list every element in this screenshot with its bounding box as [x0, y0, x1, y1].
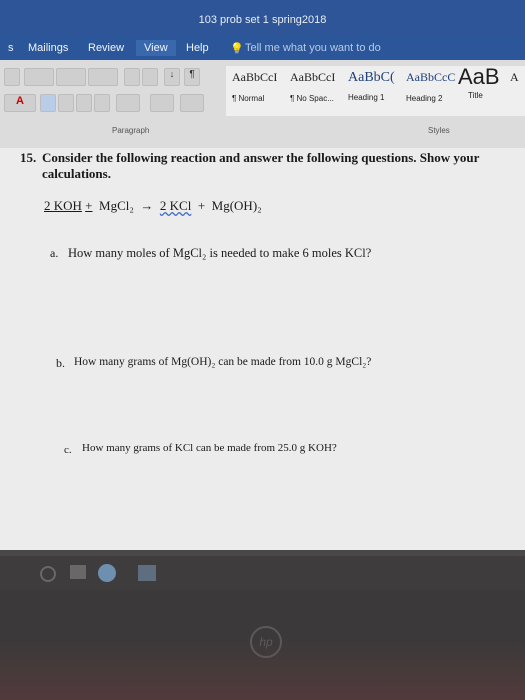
lightbulb-icon: 💡 [230, 43, 244, 55]
center-icon[interactable] [58, 94, 74, 112]
question-number: 15. [20, 150, 37, 165]
style-preview: AaBbCcI [232, 70, 278, 84]
decrease-indent-icon[interactable] [124, 68, 140, 86]
style-name: Heading 1 [348, 93, 385, 102]
justify-icon[interactable] [94, 94, 110, 112]
style-heading-1[interactable]: AaBbC( Heading 1 [348, 70, 406, 102]
style-more[interactable]: A [510, 70, 524, 85]
question-line-2: calculations. [42, 166, 111, 181]
align-right-icon[interactable] [76, 94, 92, 112]
taskbar [0, 556, 525, 590]
paragraph-row-2: A [4, 94, 226, 114]
style-preview: AaBbCcI [290, 70, 336, 84]
style-preview: AaBbCcC [406, 70, 456, 84]
font-color-icon[interactable]: A [4, 94, 36, 112]
part-a-label: a. [50, 246, 59, 260]
style-preview: AaBbC( [348, 70, 395, 85]
tab-view[interactable]: View [136, 40, 176, 56]
search-icon[interactable] [40, 566, 56, 582]
windows-icon[interactable] [138, 565, 156, 581]
plus-sign: + [85, 198, 93, 213]
part-c-label: c. [64, 444, 72, 456]
tab-partial[interactable]: s [8, 42, 14, 54]
taskview-icon[interactable] [70, 565, 86, 579]
multilevel-list-icon[interactable] [88, 68, 118, 86]
tab-review[interactable]: Review [88, 42, 124, 54]
product-kcl: 2 KCl [159, 198, 192, 213]
reaction-equation: 2 KOH + MgCl₂ → 2 KCl + Mg(OH)₂ [44, 198, 262, 214]
borders-icon[interactable] [180, 94, 204, 112]
plus-sign: + [197, 198, 206, 213]
part-c-text: How many grams of KCl can be made from 2… [82, 442, 337, 454]
part-a-text: How many moles of MgCl₂ is needed to mak… [68, 246, 372, 260]
part-b-text: How many grams of Mg(OH)₂ can be made fr… [74, 356, 372, 368]
product-mgoh2: Mg(OH)₂ [211, 198, 262, 213]
styles-group-label: Styles [428, 126, 450, 135]
tab-mailings[interactable]: Mailings [28, 42, 68, 54]
styles-gallery: AaBbCcI ¶ Normal AaBbCcI ¶ No Spac... Aa… [226, 64, 525, 116]
sort-icon[interactable]: ↓ [164, 68, 180, 86]
pilcrow-icon[interactable]: ¶ [184, 68, 200, 86]
chrome-icon[interactable] [98, 564, 116, 582]
document-page[interactable]: 15. Consider the following reaction and … [0, 148, 525, 550]
reactant-mgcl2: MgCl₂ [99, 198, 134, 213]
paragraph-row-1: ↓ ¶ [4, 68, 226, 88]
ribbon: ↓ ¶ A AaBbCcI ¶ Normal AaBbCcI ¶ No Spac… [0, 60, 525, 148]
format-painter-icon[interactable] [4, 68, 20, 86]
part-b-label: b. [56, 356, 65, 370]
ribbon-tabs: s Mailings Review View Help 💡 Tell me wh… [0, 36, 525, 60]
title-bar: 103 prob set 1 spring2018 [0, 0, 525, 36]
arrow-icon: → [140, 198, 154, 213]
tell-me-box[interactable]: Tell me what you want to do [245, 42, 381, 54]
style-no-spacing[interactable]: AaBbCcI ¶ No Spac... [290, 70, 348, 103]
style-name: Heading 2 [406, 94, 443, 103]
window-title: 103 prob set 1 spring2018 [198, 14, 327, 26]
style-name: ¶ Normal [232, 94, 265, 103]
numbering-icon[interactable] [56, 68, 86, 86]
bullets-icon[interactable] [24, 68, 54, 86]
shading-icon[interactable] [150, 94, 174, 112]
keyboard-reflection [0, 640, 525, 700]
style-preview: AaB [458, 64, 500, 89]
style-heading-2[interactable]: AaBbCcC Heading 2 [406, 70, 464, 103]
style-normal[interactable]: AaBbCcI ¶ Normal [232, 70, 290, 103]
laptop-bezel: hp [0, 590, 525, 700]
style-name: Title [468, 91, 483, 100]
style-name: ¶ No Spac... [290, 94, 334, 103]
line-spacing-icon[interactable] [116, 94, 140, 112]
reactant-koh: 2 KOH [44, 198, 82, 213]
tab-help[interactable]: Help [186, 42, 209, 54]
align-left-icon[interactable] [40, 94, 56, 112]
question-line-1: Consider the following reaction and answ… [42, 150, 480, 165]
increase-indent-icon[interactable] [142, 68, 158, 86]
style-title[interactable]: AaB Title [458, 64, 506, 100]
style-preview: A [510, 70, 519, 84]
paragraph-group-label: Paragraph [112, 126, 150, 135]
